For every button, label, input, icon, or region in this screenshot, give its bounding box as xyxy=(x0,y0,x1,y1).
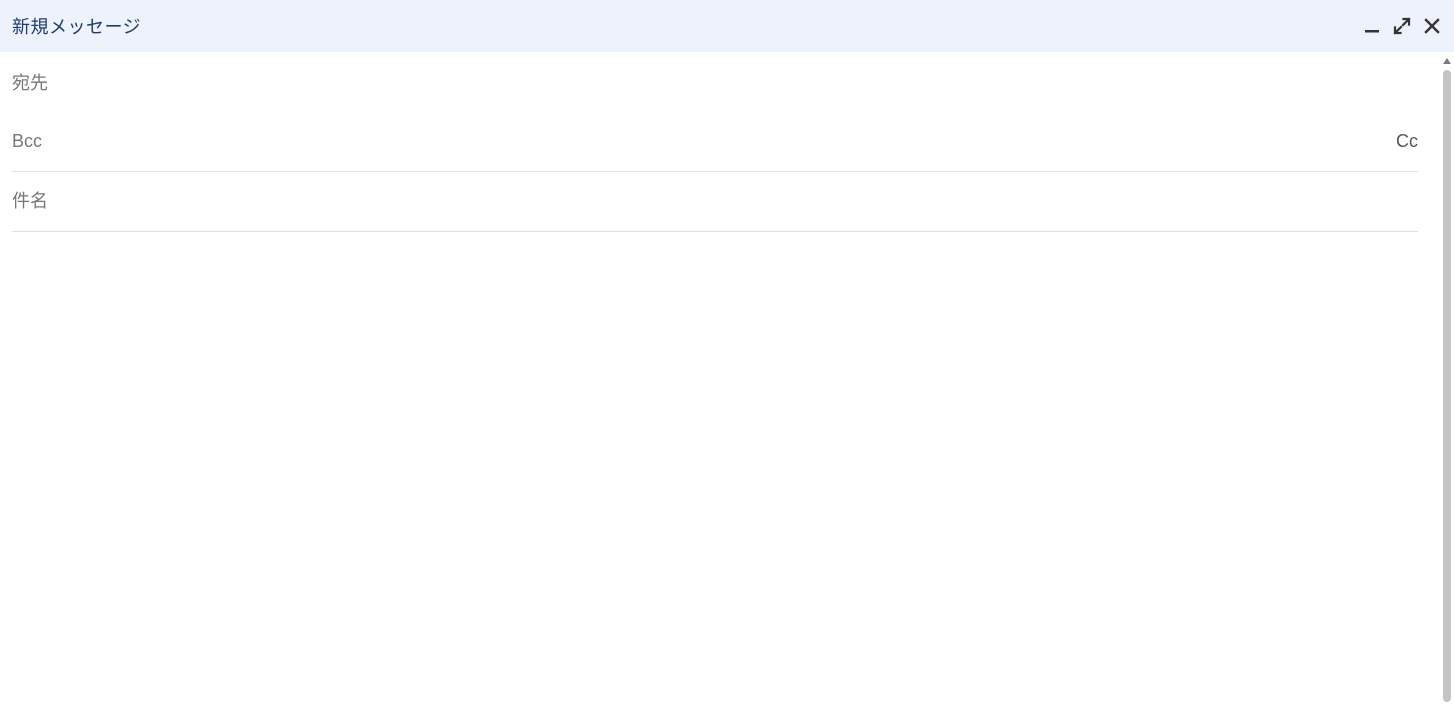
compose-body: 宛先 Bcc Cc xyxy=(0,52,1430,637)
scroll-up-button[interactable] xyxy=(1440,54,1454,68)
subject-field-row[interactable] xyxy=(12,172,1418,232)
minimize-button[interactable] xyxy=(1362,16,1382,36)
close-button[interactable] xyxy=(1422,16,1442,36)
bcc-label: Bcc xyxy=(12,131,42,152)
cc-toggle[interactable]: Cc xyxy=(1396,131,1418,152)
restore-button[interactable] xyxy=(1392,16,1412,36)
bcc-input[interactable] xyxy=(54,131,1396,152)
bcc-field-row[interactable]: Bcc Cc xyxy=(12,112,1418,172)
minimize-icon xyxy=(1363,17,1381,35)
compose-title: 新規メッセージ xyxy=(12,13,141,39)
compose-fields: 宛先 Bcc Cc xyxy=(0,52,1430,232)
to-input[interactable] xyxy=(60,72,1418,93)
to-label: 宛先 xyxy=(12,69,48,95)
message-body[interactable] xyxy=(0,232,1430,632)
compose-header: 新規メッセージ xyxy=(0,0,1454,52)
vertical-scrollbar[interactable] xyxy=(1443,70,1451,702)
scroll-up-icon xyxy=(1442,57,1452,65)
window-controls xyxy=(1362,16,1442,36)
to-field-row[interactable]: 宛先 xyxy=(12,52,1418,112)
subject-input[interactable] xyxy=(12,191,1418,212)
restore-icon xyxy=(1393,17,1411,35)
close-icon xyxy=(1423,17,1441,35)
